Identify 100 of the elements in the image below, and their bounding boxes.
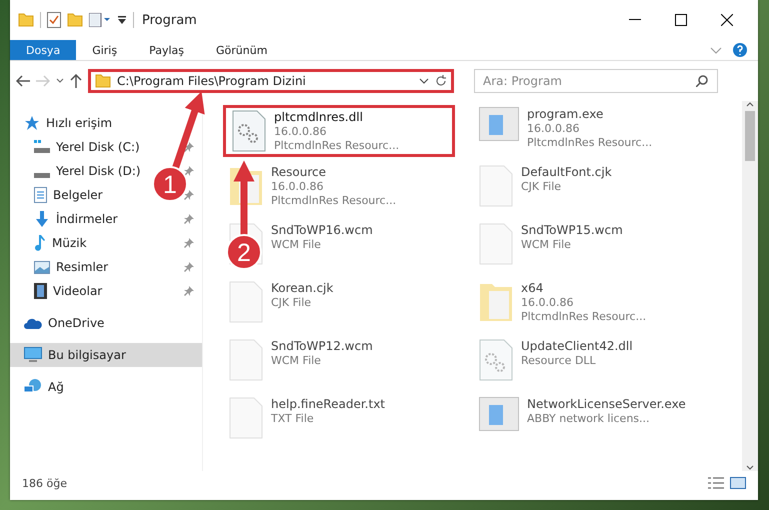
application-icon <box>479 397 519 431</box>
sidebar-item[interactable]: Belgeler <box>53 188 103 202</box>
chevron-down-icon[interactable] <box>56 78 64 84</box>
folder-icon <box>479 281 513 323</box>
file-detail: TXT File <box>271 412 315 425</box>
file-detail: PltcmdlnRes Resourc... <box>274 139 400 152</box>
file-detail: WCM File <box>271 354 322 367</box>
callout-number: 1 <box>163 171 177 199</box>
sidebar-item[interactable]: Resimler <box>56 260 108 274</box>
sidebar-item[interactable]: İndirmeler <box>56 212 118 226</box>
file-name[interactable]: SndToWP15.wcm <box>521 223 623 237</box>
scroll-thumb[interactable] <box>745 111 755 161</box>
file-detail: WCM File <box>521 238 572 251</box>
pin-icon[interactable] <box>184 214 194 224</box>
folder-icon <box>229 165 263 207</box>
file-detail: WCM File <box>271 238 322 251</box>
pin-icon[interactable] <box>184 166 194 176</box>
scrollbar[interactable] <box>742 101 758 471</box>
address-bar[interactable]: C:\Program Files\Program Dizini <box>88 69 454 93</box>
drive-icon <box>34 172 50 178</box>
ribbon-tab[interactable]: Dosya <box>10 40 76 60</box>
file-name[interactable]: DefaultFont.cjk <box>521 165 612 179</box>
drive-icon <box>34 140 50 154</box>
minimize-icon <box>629 19 641 21</box>
file-name[interactable]: help.fineReader.txt <box>271 397 385 411</box>
refresh-icon[interactable] <box>435 75 447 87</box>
file-name[interactable]: Korean.cjk <box>271 281 334 295</box>
star-icon <box>24 115 40 131</box>
file-detail: 16.0.0.86 <box>527 122 580 135</box>
file-detail: 16.0.0.86 <box>274 125 328 138</box>
large-icons-view-icon[interactable] <box>730 477 746 489</box>
file-detail: Resource DLL <box>521 354 597 367</box>
pin-icon[interactable] <box>184 238 194 248</box>
picture-icon <box>34 260 50 274</box>
close-icon <box>721 14 733 26</box>
file-detail: PltcmdlnRes Resourc... <box>271 194 396 207</box>
file-name[interactable]: NetworkLicenseServer.exe <box>527 397 686 411</box>
file-name[interactable]: pltcmdlnres.dll <box>274 110 400 124</box>
sidebar-item[interactable]: Yerel Disk (D:) <box>56 164 141 178</box>
view-options-icon[interactable] <box>89 13 111 27</box>
file-icon <box>479 165 513 207</box>
scroll-down-icon[interactable] <box>746 465 754 471</box>
search-icon <box>696 75 708 87</box>
back-arrow-icon[interactable] <box>16 75 30 87</box>
sidebar-item[interactable]: Ağ <box>48 380 64 394</box>
file-name[interactable]: Resource <box>271 165 396 179</box>
ribbon-tab[interactable]: Görünüm <box>200 40 284 60</box>
gear-file-icon <box>479 339 513 381</box>
file-detail: PltcmdlnRes Resourc... <box>521 310 646 323</box>
cloud-icon <box>24 317 42 329</box>
file-detail: 16.0.0.86 <box>521 296 574 309</box>
document-icon <box>34 187 47 203</box>
window-title: Program <box>142 12 198 28</box>
ribbon-tab[interactable]: Paylaş <box>133 40 200 60</box>
callout-badge <box>152 166 188 202</box>
gear-file-icon <box>232 110 266 152</box>
item-count: 186 öğe <box>22 476 68 490</box>
file-name[interactable]: SndToWP12.wcm <box>271 339 373 353</box>
properties-icon[interactable] <box>47 12 61 28</box>
pin-icon[interactable] <box>184 286 194 296</box>
file-icon <box>229 397 263 439</box>
folder-icon <box>18 13 34 27</box>
sidebar-item[interactable]: Yerel Disk (C:) <box>56 140 140 154</box>
callout-badge <box>226 234 262 270</box>
download-icon <box>34 211 50 227</box>
monitor-icon <box>24 347 42 363</box>
folder-icon <box>95 74 111 88</box>
file-name[interactable]: UpdateClient42.dll <box>521 339 633 353</box>
scroll-up-icon[interactable] <box>746 101 754 107</box>
application-icon <box>479 107 519 141</box>
sidebar-item[interactable]: Bu bilgisayar <box>48 348 126 362</box>
file-icon <box>229 281 263 323</box>
film-icon <box>34 283 47 299</box>
pin-icon[interactable] <box>184 262 194 272</box>
file-name[interactable]: x64 <box>521 281 646 295</box>
dropdown-arrow-icon[interactable] <box>117 15 127 25</box>
pin-icon[interactable] <box>184 190 194 200</box>
file-detail: CJK File <box>521 180 562 193</box>
file-detail: ABBY network licens... <box>527 412 651 425</box>
file-detail: CJK File <box>271 296 312 309</box>
sidebar-item[interactable]: OneDrive <box>48 316 104 330</box>
file-detail: PltcmdlnRes Resourc... <box>527 136 652 149</box>
help-icon[interactable] <box>732 40 748 60</box>
sidebar-item[interactable]: Müzik <box>52 236 87 250</box>
pin-icon[interactable] <box>184 142 194 152</box>
sidebar-item[interactable]: Videolar <box>53 284 102 298</box>
up-arrow-icon[interactable] <box>70 74 82 88</box>
callout-number: 2 <box>237 239 251 267</box>
address-path: C:\Program Files\Program Dizini <box>117 74 307 88</box>
file-icon <box>479 223 513 265</box>
maximize-icon <box>675 14 687 26</box>
file-detail: 16.0.0.86 <box>271 180 324 193</box>
chevron-down-icon[interactable] <box>419 78 429 84</box>
details-view-icon[interactable] <box>708 477 724 489</box>
file-name[interactable]: program.exe <box>527 107 652 121</box>
file-icon <box>229 339 263 381</box>
sidebar-item[interactable]: Hızlı erişim <box>46 116 112 130</box>
file-name[interactable]: SndToWP16.wcm <box>271 223 373 237</box>
search-field[interactable]: Ara: Program <box>474 69 718 93</box>
ribbon-tab[interactable]: Giriş <box>76 40 134 60</box>
